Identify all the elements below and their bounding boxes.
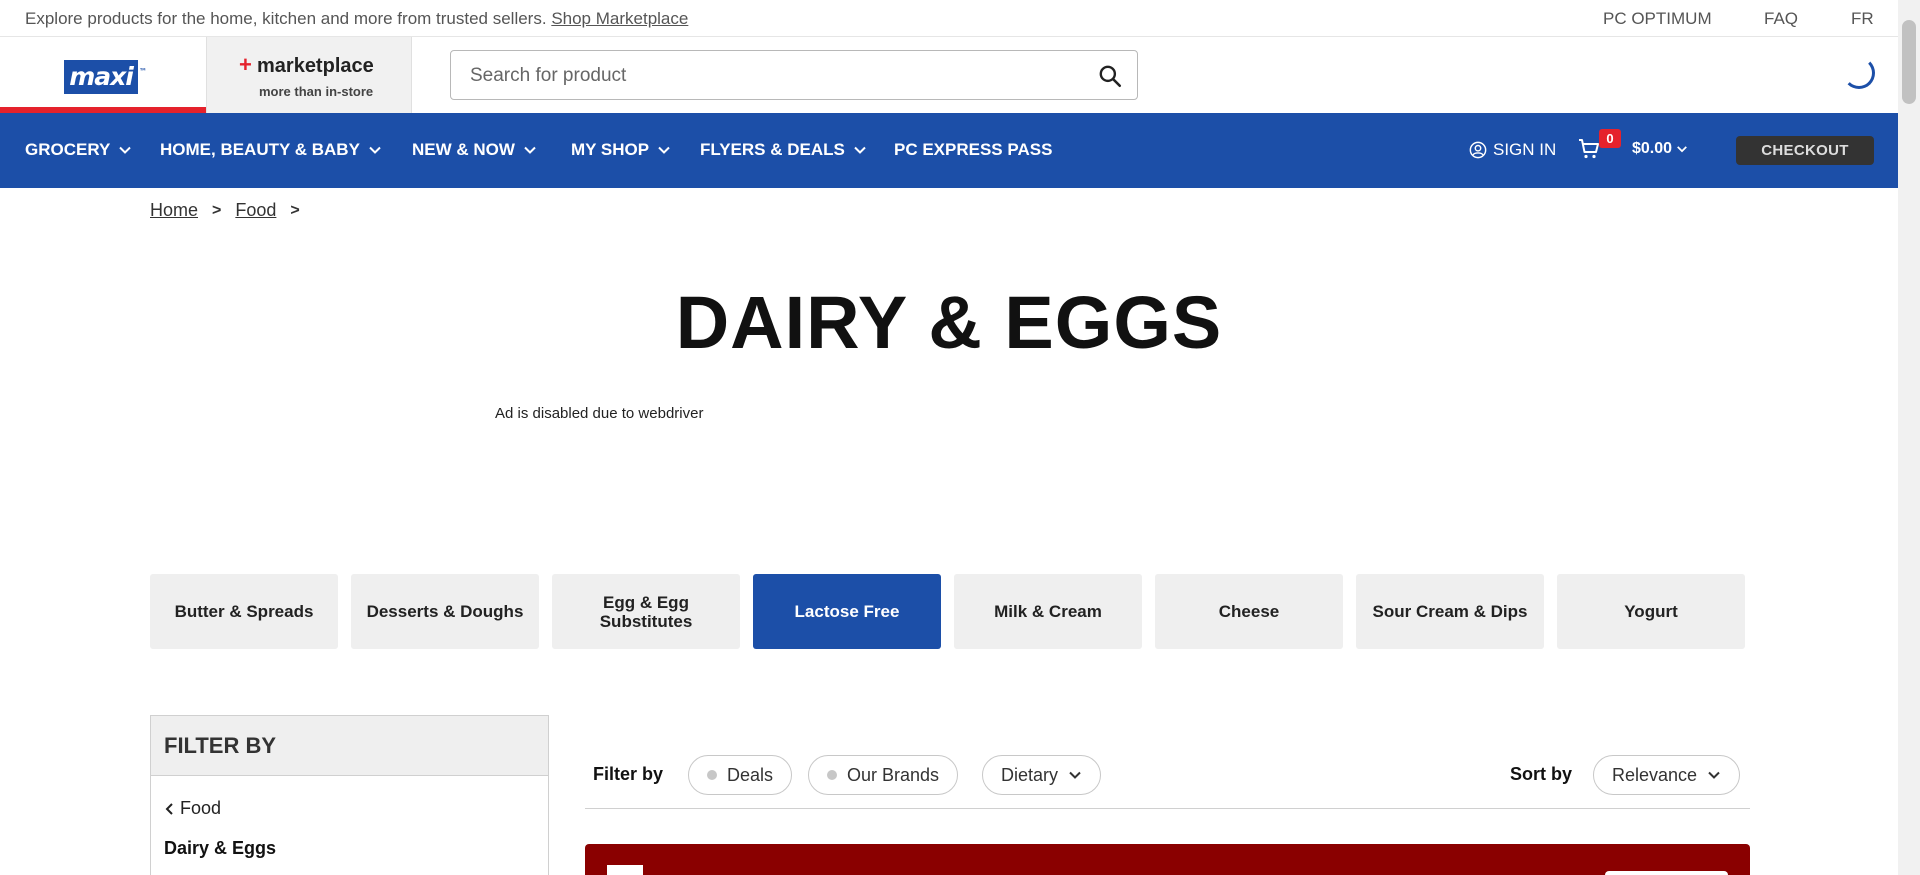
logo-tab[interactable]: maxi ™ bbox=[0, 37, 206, 113]
ad-placeholder-text: Ad is disabled due to webdriver bbox=[495, 405, 704, 422]
breadcrumb-home[interactable]: Home bbox=[150, 200, 198, 221]
nav-item-grocery[interactable]: GROCERY bbox=[25, 140, 132, 160]
sort-by-label: Sort by bbox=[1510, 764, 1573, 784]
category-tile-butter-spreads[interactable]: Butter & Spreads bbox=[150, 574, 338, 649]
chevron-down-icon bbox=[1677, 146, 1687, 153]
nav-item-new-now[interactable]: NEW & NOW bbox=[412, 140, 537, 160]
filter-sort-bar: Filter by Deals Our Brands Dietary Sort … bbox=[585, 755, 1750, 809]
marketplace-tab[interactable]: + marketplace more than in-store bbox=[206, 37, 412, 113]
main-nav: GROCERY HOME, BEAUTY & BABY NEW & NOW MY… bbox=[0, 113, 1898, 188]
page-title: DAIRY & EGGS bbox=[675, 281, 1223, 364]
chevron-right-icon: > bbox=[212, 201, 222, 219]
marketplace-subtitle: more than in-store bbox=[259, 84, 374, 99]
language-toggle[interactable]: FR bbox=[1851, 9, 1874, 29]
logo-trademark: ™ bbox=[139, 67, 147, 76]
promo-text: Explore products for the home, kitchen a… bbox=[25, 9, 547, 28]
category-tile-lactose-free[interactable]: Lactose Free bbox=[753, 574, 941, 649]
chip-label: Deals bbox=[727, 764, 774, 785]
chevron-left-icon bbox=[165, 802, 173, 815]
shop-marketplace-link[interactable]: Shop Marketplace bbox=[551, 9, 688, 28]
search-input[interactable] bbox=[470, 63, 1070, 89]
marketplace-promo: Explore products for the home, kitchen a… bbox=[25, 9, 688, 29]
nav-item-home-beauty-baby[interactable]: HOME, BEAUTY & BABY bbox=[160, 140, 382, 160]
chevron-down-icon bbox=[658, 146, 670, 154]
nav-item-pc-express-pass[interactable]: PC EXPRESS PASS bbox=[894, 140, 1052, 160]
sort-value: Relevance bbox=[1612, 764, 1698, 785]
dietary-filter-dropdown[interactable]: Dietary bbox=[982, 755, 1102, 795]
sort-dropdown[interactable]: Relevance bbox=[1593, 755, 1741, 795]
faq-link[interactable]: FAQ bbox=[1764, 9, 1798, 29]
category-tile-milk-cream[interactable]: Milk & Cream bbox=[954, 574, 1142, 649]
radio-dot-icon bbox=[707, 770, 717, 780]
site-header: maxi ™ + marketplace more than in-store bbox=[0, 37, 1898, 113]
nav-label: GROCERY bbox=[25, 140, 111, 159]
category-tile-sour-cream-dips[interactable]: Sour Cream & Dips bbox=[1356, 574, 1544, 649]
pc-optimum-link[interactable]: PC OPTIMUM bbox=[1603, 9, 1712, 29]
page-scrollbar[interactable] bbox=[1898, 0, 1920, 875]
chip-label: Dietary bbox=[1001, 764, 1059, 785]
nav-item-my-shop[interactable]: MY SHOP bbox=[571, 140, 671, 160]
chevron-down-icon bbox=[1708, 771, 1720, 779]
checkout-button[interactable]: CHECKOUT bbox=[1736, 136, 1874, 165]
nav-label: HOME, BEAUTY & BABY bbox=[160, 140, 360, 159]
sign-in-label: SIGN IN bbox=[1493, 140, 1557, 159]
user-icon bbox=[1469, 141, 1487, 159]
filter-panel: FILTER BY Food Dairy & Eggs bbox=[150, 715, 549, 875]
category-tiles: Butter & Spreads Desserts & Doughs Egg &… bbox=[150, 574, 1745, 649]
chevron-right-icon: > bbox=[290, 201, 300, 219]
filter-current-category: Dairy & Eggs bbox=[164, 838, 277, 858]
logo-text: maxi bbox=[69, 62, 134, 91]
chevron-down-icon bbox=[1069, 771, 1081, 779]
loading-spinner-icon bbox=[1843, 57, 1875, 89]
chevron-down-icon bbox=[854, 146, 866, 154]
nav-label: MY SHOP bbox=[571, 140, 650, 159]
breadcrumb: Home > Food > bbox=[150, 200, 300, 221]
deals-filter-chip[interactable]: Deals bbox=[688, 755, 793, 795]
filter-by-label: Filter by bbox=[593, 764, 664, 784]
marketplace-title: marketplace bbox=[257, 55, 374, 77]
chevron-down-icon bbox=[119, 146, 132, 154]
cart-total-value: $0.00 bbox=[1632, 140, 1673, 157]
search-box bbox=[450, 50, 1138, 100]
radio-dot-icon bbox=[827, 770, 837, 780]
filter-heading: FILTER BY bbox=[151, 716, 548, 776]
chevron-down-icon bbox=[369, 146, 381, 154]
nav-label: PC EXPRESS PASS bbox=[894, 140, 1053, 159]
top-utility-bar: Explore products for the home, kitchen a… bbox=[0, 0, 1898, 37]
filter-back-label: Food bbox=[180, 798, 222, 818]
banner-logo bbox=[607, 865, 643, 875]
category-tile-cheese[interactable]: Cheese bbox=[1155, 574, 1343, 649]
nav-label: FLYERS & DEALS bbox=[700, 140, 845, 159]
nav-item-flyers-deals[interactable]: FLYERS & DEALS bbox=[700, 140, 867, 160]
search-icon[interactable] bbox=[1097, 63, 1123, 89]
cart-count-badge: 0 bbox=[1599, 129, 1621, 148]
maxi-logo[interactable]: maxi ™ bbox=[64, 60, 147, 94]
chip-label: Our Brands bbox=[847, 764, 940, 785]
banner-button[interactable] bbox=[1605, 871, 1728, 875]
nav-label: NEW & NOW bbox=[412, 140, 515, 159]
marketplace-plus-icon: + bbox=[239, 52, 252, 77]
our-brands-filter-chip[interactable]: Our Brands bbox=[808, 755, 959, 795]
promo-banner[interactable] bbox=[585, 844, 1750, 875]
filter-back-link[interactable]: Food bbox=[164, 798, 221, 819]
sign-in-button[interactable]: SIGN IN bbox=[1469, 140, 1556, 160]
category-tile-egg-substitutes[interactable]: Egg & Egg Substitutes bbox=[552, 574, 740, 649]
category-tile-yogurt[interactable]: Yogurt bbox=[1557, 574, 1745, 649]
chevron-down-icon bbox=[524, 146, 536, 154]
cart-icon[interactable] bbox=[1577, 137, 1601, 161]
breadcrumb-food[interactable]: Food bbox=[235, 200, 276, 221]
cart-total-dropdown[interactable]: $0.00 bbox=[1632, 140, 1688, 158]
category-tile-desserts-doughs[interactable]: Desserts & Doughs bbox=[351, 574, 539, 649]
scrollbar-thumb[interactable] bbox=[1902, 20, 1916, 104]
